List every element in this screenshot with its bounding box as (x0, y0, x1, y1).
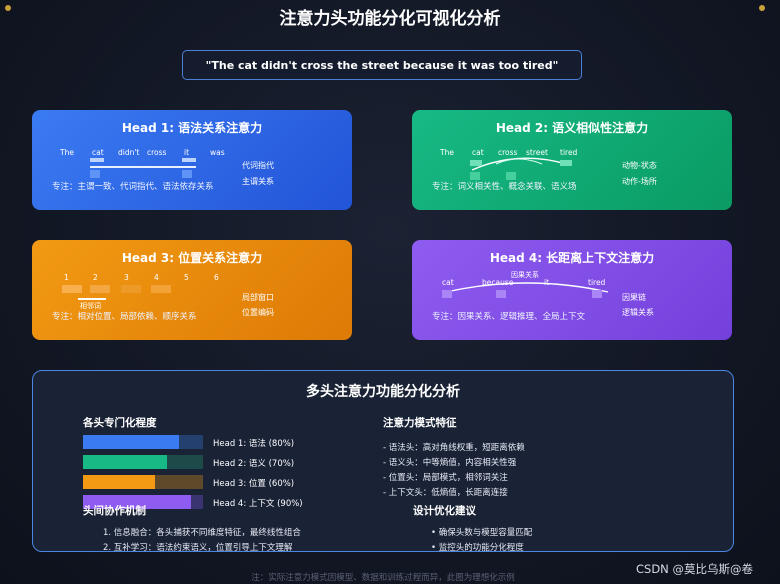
specialization-bar-label: Head 2: 语义 (70%) (213, 459, 295, 469)
head-1-token: cat (92, 148, 104, 157)
head-3-position: 3 (124, 273, 129, 282)
attention-cell (182, 158, 196, 162)
specialization-bar-track (83, 475, 203, 489)
head-3-title: Head 3: 位置关系注意力 (121, 251, 263, 265)
head-2-title: Head 2: 语义相似性注意力 (495, 121, 649, 135)
head-2-token: The (440, 148, 454, 157)
cooperation-item: 2. 互补学习：语法约束语义，位置引导上下文理解 (103, 543, 293, 553)
attention-cell (151, 285, 171, 293)
head-1-token: was (210, 148, 225, 157)
panel-title: 多头注意力功能分化分析 (306, 384, 460, 400)
head-4-title: Head 4: 长距离上下文注意力 (489, 251, 655, 265)
head-1-token: it (184, 148, 190, 157)
specialization-bar-track (83, 435, 203, 449)
pattern-item: - 位置头：局部模式，相邻词关注 (383, 473, 508, 483)
attention-cell (62, 285, 82, 293)
head-1-focus: 专注：主谓一致、代词指代、语法依存关系 (52, 182, 214, 192)
cooperation-heading: 头间协作机制 (83, 505, 146, 517)
specialization-bar-label: Head 3: 位置 (60%) (213, 479, 295, 489)
head-3-position: 4 (154, 273, 159, 282)
adjacent-bracket (78, 298, 106, 300)
specialization-bar-fill (83, 455, 167, 469)
specialization-heading: 各头专门化程度 (83, 417, 157, 429)
head-3-focus: 专注：相对位置、局部依赖、顺序关系 (52, 312, 197, 322)
head-4-card: Head 4: 长距离上下文注意力 因果关系 cat because it ti… (412, 240, 732, 340)
page-title: 注意力头功能分化可视化分析 (279, 9, 501, 29)
head-3-position: 5 (184, 273, 189, 282)
head-1-title: Head 1: 语法关系注意力 (121, 121, 263, 135)
head-4-focus: 专注：因果关系、逻辑推理、全局上下文 (432, 312, 586, 322)
specialization-bar-label: Head 1: 语法 (80%) (213, 439, 295, 449)
long-range-arc (445, 282, 609, 293)
head-3-note: 局部窗口 (242, 293, 274, 302)
pattern-item: - 语义头：中等熵值，内容相关性强 (383, 458, 517, 468)
head-2-card: Head 2: 语义相似性注意力 The cat cross street ti… (412, 110, 732, 210)
head-3-position: 2 (93, 273, 98, 282)
head-3-position: 1 (64, 273, 69, 282)
head-1-note: 代词指代 (242, 161, 274, 170)
specialization-bar-fill (83, 475, 155, 489)
attention-cell (496, 290, 506, 298)
head-3-note: 位置编码 (242, 308, 274, 317)
head-1-token: The (60, 148, 74, 157)
optimization-item: • 确保头数与模型容量匹配 (431, 528, 533, 538)
head-2-focus: 专注：词义相关性、概念关联、语义场 (432, 182, 577, 192)
attention-cell (90, 158, 104, 162)
attention-cell (90, 285, 110, 293)
attention-cell (560, 160, 572, 166)
head-1-note: 主谓关系 (242, 177, 274, 186)
analysis-panel: 多头注意力功能分化分析 各头专门化程度 Head 1: 语法 (80%) Head… (32, 370, 734, 553)
attention-cell (506, 172, 516, 180)
attention-cell (90, 170, 100, 178)
head-1-token: didn't (118, 148, 140, 157)
attention-cell (182, 170, 192, 178)
pattern-item: - 语法头：高对角线权重，短距离依赖 (383, 443, 525, 453)
specialization-bar-track (83, 455, 203, 469)
head-4-note: 逻辑关系 (622, 308, 654, 317)
specialization-bar-fill (83, 435, 179, 449)
attention-cell (592, 290, 602, 298)
attention-cell (442, 290, 452, 298)
example-sentence: "The cat didn't cross the street because… (182, 50, 582, 80)
attention-cell (470, 160, 482, 166)
pattern-item: - 上下文头：低熵值，长距离连接 (383, 488, 508, 498)
causal-arc-label: 因果关系 (511, 271, 539, 279)
head-2-note: 动作-场所 (622, 177, 657, 186)
head-3-card: Head 3: 位置关系注意力 1 2 3 4 5 6 相邻词 局部窗口 位置编… (32, 240, 352, 340)
head-2-note: 动物-状态 (622, 161, 657, 170)
attention-link (90, 166, 196, 168)
watermark: CSDN @莫比乌斯@卷 (636, 562, 753, 576)
head-4-note: 因果链 (622, 293, 646, 302)
cooperation-item: 1. 信息融合：各头捕获不同维度特征，最终线性组合 (103, 528, 301, 538)
head-1-card: Head 1: 语法关系注意力 The cat didn't cross it … (32, 110, 352, 210)
optimization-heading: 设计优化建议 (413, 505, 476, 517)
head-1-token: cross (147, 148, 167, 157)
head-3-position: 6 (214, 273, 219, 282)
specialization-bar-label: Head 4: 上下文 (90%) (213, 499, 303, 509)
optimization-item: • 监控头的功能分化程度 (431, 543, 524, 553)
attention-cell (470, 172, 480, 180)
patterns-heading: 注意力模式特征 (383, 417, 457, 429)
attention-cell (121, 285, 141, 293)
